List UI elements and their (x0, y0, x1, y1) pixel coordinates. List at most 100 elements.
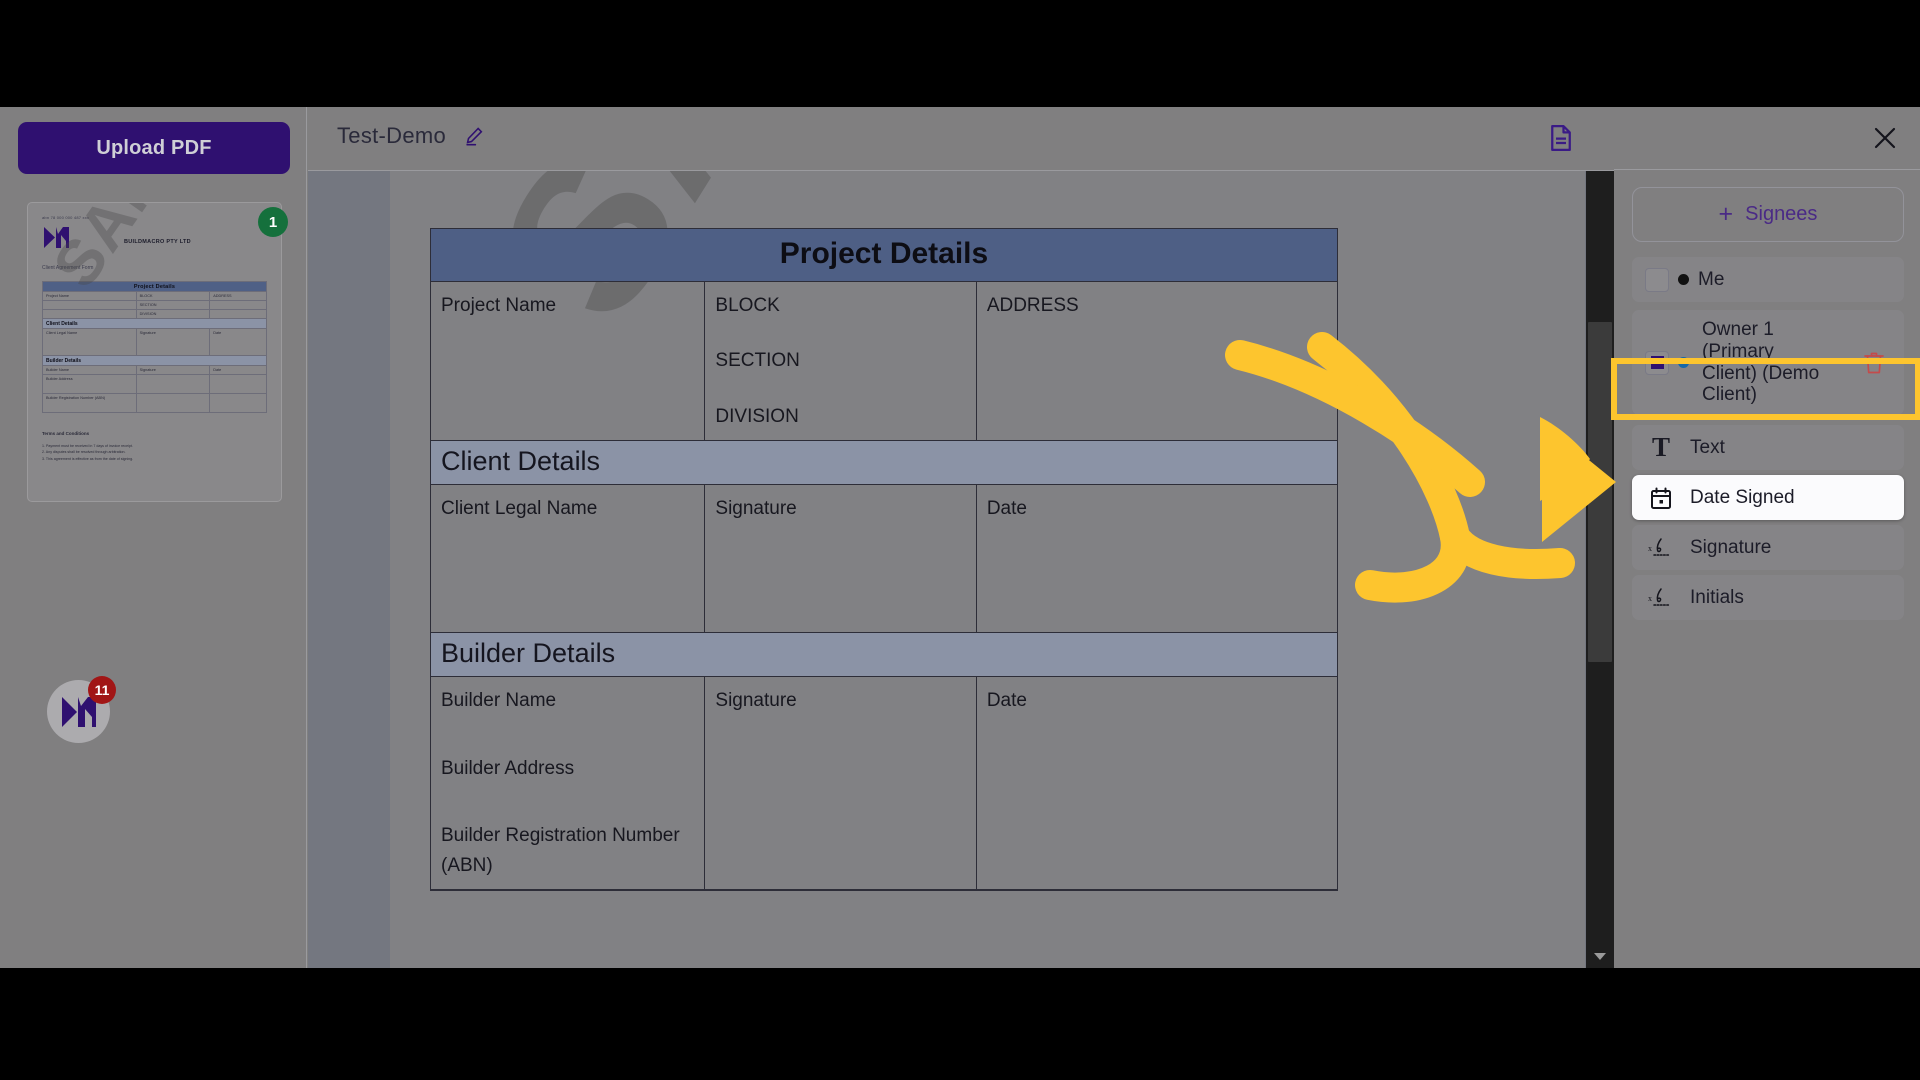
field-type-initials[interactable]: x Initials (1632, 575, 1904, 620)
table-cell-client-legal-name: Client Legal Name (431, 485, 706, 634)
letterbox-bottom (0, 968, 1920, 1080)
chat-unread-badge: 11 (88, 676, 116, 704)
table-cell-block-section-division: BLOCK SECTION DIVISION (705, 282, 977, 442)
page-thumbnail-card[interactable]: abn 78 000 000 487 xxx BUILDMACRO PTY LT… (27, 202, 282, 502)
thumb-table-row: Client Legal Name Signature Date (43, 329, 266, 356)
cell-line-block: BLOCK (715, 295, 780, 316)
thumb-banner-builder: Builder Details (43, 356, 266, 365)
table-cell-client-date: Date (976, 485, 1337, 634)
left-sidebar: Upload PDF abn 78 000 000 487 xxx BUILDM… (0, 107, 307, 968)
table-cell-builder-info: Builder Name Builder Address Builder Reg… (431, 677, 706, 891)
svg-text:x: x (1648, 544, 1652, 553)
thumb-cell: Project Name (43, 292, 137, 300)
field-type-date-signed[interactable]: Date Signed (1632, 475, 1904, 520)
thumb-cell (210, 310, 266, 318)
pdf-page[interactable]: SAMPLE Project Details Project Name BLOC… (390, 171, 1585, 968)
signee-row-owner-1[interactable]: Owner 1 (Primary Client) (Demo Client) (1632, 310, 1904, 415)
thumb-header-small: abn 78 000 000 487 xxx (42, 215, 90, 220)
field-type-label: Initials (1690, 586, 1744, 608)
scrollbar-thumb[interactable] (1588, 322, 1612, 662)
cell-line-builder-address: Builder Address (441, 757, 575, 779)
thumb-cell: Builder Registration Number (ABN) (43, 394, 137, 412)
thumb-table-subbanner-row: Client Details (43, 319, 266, 329)
thumb-cell: BLOCK (137, 292, 211, 300)
cell-line-section: SECTION (715, 350, 800, 372)
signee-row-me[interactable]: Me (1632, 257, 1904, 302)
application-window: Upload PDF abn 78 000 000 487 xxx BUILDM… (0, 107, 1920, 968)
signee-checkbox[interactable] (1645, 350, 1669, 375)
thumb-table-banner-row: Project Details (43, 282, 266, 292)
thumb-company-name: BUILDMACRO PTY LTD (124, 239, 191, 245)
text-field-icon: T (1651, 432, 1670, 462)
trash-icon[interactable] (1862, 350, 1886, 381)
close-icon[interactable] (1870, 123, 1900, 153)
signees-panel: + Signees Me Owner 1 (Primary Client) (D… (1614, 107, 1920, 968)
document-table: Project Details Project Name BLOCK SECTI… (430, 228, 1338, 892)
table-row: Project Name BLOCK SECTION DIVISION ADDR… (431, 282, 1337, 442)
thumb-cell: Builder Name (43, 366, 137, 374)
page-thumbnail-preview: abn 78 000 000 487 xxx BUILDMACRO PTY LT… (28, 203, 281, 501)
thumb-terms-list: 1. Payment must be received in 7 days of… (42, 443, 133, 462)
thumb-cell: Client Legal Name (43, 329, 137, 355)
thumb-table-row: Builder Registration Number (ABN) (43, 394, 266, 412)
page-number-badge: 1 (258, 207, 288, 237)
thumb-table-row: DIVISION (43, 310, 266, 319)
thumb-terms-item: 3. This agreement is effective as from t… (42, 456, 134, 461)
scroll-down-arrow-icon[interactable] (1594, 953, 1606, 960)
thumb-table-row: Builder Name Signature Date (43, 366, 266, 375)
section-banner-project: Project Details (431, 229, 1337, 282)
add-signees-button[interactable]: + Signees (1632, 187, 1904, 242)
thumb-table-row: Project Name BLOCK ADDRESS (43, 292, 266, 301)
calendar-icon (1648, 486, 1674, 510)
thumb-cell: Date (213, 331, 222, 335)
thumb-cell: DIVISION (137, 310, 211, 318)
table-subbanner-row: Client Details (431, 441, 1337, 486)
panel-header (1614, 107, 1920, 170)
thumb-table: Project Details Project Name BLOCK ADDRE… (42, 281, 267, 413)
table-cell-client-signature: Signature (705, 485, 977, 634)
me-label: Me (1698, 268, 1725, 290)
checkbox-fill (1650, 356, 1664, 369)
table-row: Client Legal Name Signature Date (431, 485, 1337, 634)
document-page-icon[interactable] (1546, 123, 1576, 158)
cell-line-division: DIVISION (715, 405, 799, 427)
cell-line-builder-name: Builder Name (441, 690, 557, 712)
page-thumbnail[interactable]: abn 78 000 000 487 xxx BUILDMACRO PTY LT… (27, 202, 288, 502)
thumb-cell (210, 301, 266, 309)
thumb-table-row: SECTION (43, 301, 266, 310)
pdf-canvas[interactable]: SAMPLE Project Details Project Name BLOC… (308, 171, 1614, 968)
thumb-cell: Signature (137, 366, 211, 374)
add-signees-label: Signees (1745, 203, 1818, 225)
thumb-terms-item: 2. Any disputes shall be resolved throug… (42, 450, 126, 455)
thumb-cell: Signature (137, 329, 211, 355)
screenshot-root: Upload PDF abn 78 000 000 487 xxx BUILDM… (0, 0, 1920, 1080)
thumb-table-subbanner-row: Builder Details (43, 356, 266, 366)
thumb-cell: ADDRESS (213, 294, 232, 298)
document-toolbar: Test-Demo (308, 107, 1614, 171)
upload-pdf-button[interactable]: Upload PDF (18, 122, 290, 174)
upload-pdf-label: Upload PDF (96, 136, 212, 159)
table-cell-project-name: Project Name (431, 282, 706, 442)
initials-icon: x (1648, 586, 1674, 610)
center-region: Test-Demo SAMPLE (308, 107, 1614, 968)
thumb-cell (210, 375, 266, 393)
thumb-cell: SECTION (137, 301, 211, 309)
field-type-label: Text (1690, 436, 1725, 458)
document-title: Test-Demo (337, 123, 447, 148)
thumb-cell (43, 310, 137, 318)
thumb-banner-client: Client Details (43, 319, 266, 328)
pencil-icon[interactable] (463, 125, 485, 152)
table-cell-builder-date: Date (976, 677, 1337, 891)
field-type-text[interactable]: T Text (1632, 425, 1904, 470)
vertical-scrollbar[interactable] (1586, 171, 1614, 968)
field-type-label: Signature (1690, 536, 1772, 558)
table-cell-builder-signature: Signature (705, 677, 977, 891)
thumb-table-row: Builder Address (43, 375, 266, 394)
table-cell-address: ADDRESS (976, 282, 1337, 442)
me-checkbox[interactable] (1645, 267, 1669, 292)
thumb-cell (137, 394, 211, 412)
thumb-form-label: Client Agreement Form (42, 265, 94, 271)
section-banner-builder: Builder Details (431, 633, 1337, 678)
field-type-signature[interactable]: x Signature (1632, 525, 1904, 570)
thumb-banner-project: Project Details (43, 282, 266, 291)
